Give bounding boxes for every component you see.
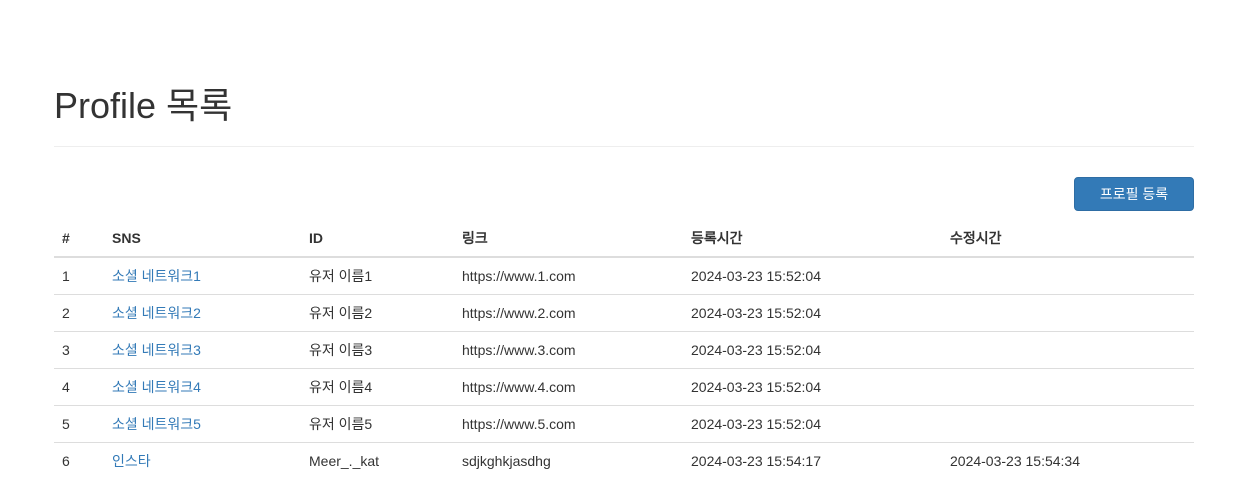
profile-table: # SNS ID 링크 등록시간 수정시간 1 소셜 네트워크1 유저 이름1 …: [54, 220, 1194, 479]
sns-cell: 소셜 네트워크2: [104, 294, 301, 332]
column-header-link: 링크: [454, 220, 683, 258]
link-cell: https://www.4.com: [454, 368, 683, 406]
created-cell: 2024-03-23 15:52:04: [683, 405, 942, 443]
updated-cell: [942, 368, 1194, 406]
table-row: 1 소셜 네트워크1 유저 이름1 https://www.1.com 2024…: [54, 257, 1194, 295]
id-cell: 유저 이름5: [301, 405, 454, 443]
column-header-created: 등록시간: [683, 220, 942, 258]
updated-cell: 2024-03-23 15:54:34: [942, 442, 1194, 479]
row-number: 4: [54, 368, 104, 406]
row-number: 5: [54, 405, 104, 443]
link-cell: https://www.5.com: [454, 405, 683, 443]
title-divider: [54, 146, 1194, 147]
sns-link[interactable]: 소셜 네트워크3: [112, 342, 201, 358]
sns-cell: 인스타: [104, 442, 301, 479]
row-number: 2: [54, 294, 104, 332]
column-header-number: #: [54, 220, 104, 258]
created-cell: 2024-03-23 15:52:04: [683, 368, 942, 406]
table-header-row: # SNS ID 링크 등록시간 수정시간: [54, 220, 1194, 258]
column-header-sns: SNS: [104, 220, 301, 258]
row-number: 3: [54, 331, 104, 369]
id-cell: 유저 이름4: [301, 368, 454, 406]
page-title: Profile 목록: [54, 85, 233, 126]
link-cell: https://www.2.com: [454, 294, 683, 332]
table-row: 6 인스타 Meer_._kat sdjkghkjasdhg 2024-03-2…: [54, 442, 1194, 479]
sns-cell: 소셜 네트워크3: [104, 331, 301, 369]
table-body: 1 소셜 네트워크1 유저 이름1 https://www.1.com 2024…: [54, 257, 1194, 479]
row-number: 1: [62, 268, 70, 284]
column-header-updated: 수정시간: [942, 220, 1194, 258]
table-row: 5 소셜 네트워크5 유저 이름5 https://www.5.com 2024…: [54, 405, 1194, 443]
updated-cell: [942, 294, 1194, 332]
sns-link[interactable]: 소셜 네트워크4: [112, 379, 201, 395]
sns-link[interactable]: 인스타: [112, 453, 151, 469]
sns-cell: 소셜 네트워크4: [104, 368, 301, 406]
column-header-id: ID: [301, 220, 454, 258]
updated-cell: [942, 331, 1194, 369]
link-cell: sdjkghkjasdhg: [454, 442, 683, 479]
updated-cell: [942, 257, 1194, 295]
id-cell: 유저 이름2: [301, 294, 454, 332]
sns-link[interactable]: 소셜 네트워크2: [112, 305, 201, 321]
table-row: 3 소셜 네트워크3 유저 이름3 https://www.3.com 2024…: [54, 331, 1194, 369]
sns-link[interactable]: 소셜 네트워크1: [112, 268, 201, 284]
sns-cell: 소셜 네트워크5: [104, 405, 301, 443]
row-number: 6: [54, 442, 104, 479]
id-cell: 유저 이름1: [309, 268, 373, 284]
table-row: 4 소셜 네트워크4 유저 이름4 https://www.4.com 2024…: [54, 368, 1194, 406]
add-profile-button[interactable]: 프로필 등록: [1074, 177, 1194, 211]
created-cell: 2024-03-23 15:54:17: [683, 442, 942, 479]
id-cell: 유저 이름3: [301, 331, 454, 369]
id-cell: Meer_._kat: [301, 442, 454, 479]
link-cell: https://www.3.com: [454, 331, 683, 369]
updated-cell: [942, 405, 1194, 443]
table-row: 2 소셜 네트워크2 유저 이름2 https://www.2.com 2024…: [54, 294, 1194, 332]
table-header: # SNS ID 링크 등록시간 수정시간: [54, 220, 1194, 258]
created-cell: 2024-03-23 15:52:04: [691, 268, 821, 284]
created-cell: 2024-03-23 15:52:04: [683, 294, 942, 332]
created-cell: 2024-03-23 15:52:04: [683, 331, 942, 369]
sns-link[interactable]: 소셜 네트워크5: [112, 416, 201, 432]
link-cell: https://www.1.com: [462, 268, 576, 284]
sns-cell: 소셜 네트워크1: [104, 257, 301, 295]
